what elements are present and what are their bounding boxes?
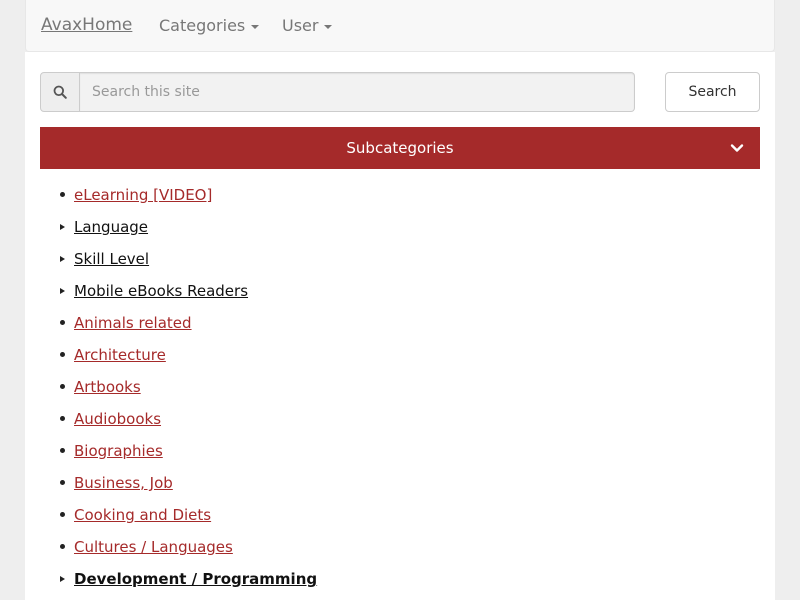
subcategories-toggle[interactable]: Subcategories [40, 127, 760, 169]
bullet-dot-icon [60, 480, 65, 485]
bullet-dot-icon [60, 192, 65, 197]
subcategory-link-skill-level[interactable]: Skill Level [74, 250, 149, 268]
bullet-dot-icon [60, 448, 65, 453]
subcategory-link-business-job[interactable]: Business, Job [74, 474, 173, 492]
list-item: Development / Programming [40, 563, 760, 595]
bullet-dot-icon [60, 384, 65, 389]
list-item: Animals related [40, 307, 760, 339]
subcategory-link-elearning[interactable]: eLearning [VIDEO] [74, 186, 212, 204]
list-item: Cultures / Languages [40, 531, 760, 563]
bullet-dot-icon [60, 544, 65, 549]
list-item: eLearning [VIDEO] [40, 179, 760, 211]
user-label: User [282, 16, 319, 35]
bullet-dot-icon [60, 416, 65, 421]
chevron-down-icon [730, 144, 744, 152]
bullet-triangle-icon [60, 224, 65, 230]
subcategory-link-mobile-ebooks-readers[interactable]: Mobile eBooks Readers [74, 282, 248, 300]
bullet-triangle-icon [60, 576, 65, 582]
subcategory-link-architecture[interactable]: Architecture [74, 346, 166, 364]
list-item: Biographies [40, 435, 760, 467]
search-icon [40, 72, 80, 112]
categories-dropdown[interactable]: Categories [159, 16, 260, 35]
bullet-triangle-icon [60, 288, 65, 294]
subcategory-link-artbooks[interactable]: Artbooks [74, 378, 141, 396]
search-group [40, 72, 635, 112]
subcategory-link-audiobooks[interactable]: Audiobooks [74, 410, 161, 428]
subcategory-link-language[interactable]: Language [74, 218, 148, 236]
list-item: Skill Level [40, 243, 760, 275]
user-dropdown[interactable]: User [282, 16, 333, 35]
subcategory-link-biographies[interactable]: Biographies [74, 442, 163, 460]
search-button[interactable]: Search [665, 72, 760, 112]
list-item: Business, Job [40, 467, 760, 499]
bullet-dot-icon [60, 352, 65, 357]
list-item: Artbooks [40, 371, 760, 403]
list-item: Architecture [40, 339, 760, 371]
subcategory-link-cooking-diets[interactable]: Cooking and Diets [74, 506, 211, 524]
subcategory-link-cultures-languages[interactable]: Cultures / Languages [74, 538, 233, 556]
subcategories-list: eLearning [VIDEO] Language Skill Level M… [40, 179, 760, 595]
search-input[interactable] [80, 72, 635, 112]
caret-down-icon [324, 24, 333, 29]
list-item: Cooking and Diets [40, 499, 760, 531]
caret-down-icon [251, 24, 260, 29]
bullet-dot-icon [60, 512, 65, 517]
brand-link[interactable]: AvaxHome [41, 15, 132, 35]
subcategories-title: Subcategories [346, 139, 454, 157]
list-item: Language [40, 211, 760, 243]
subcategory-link-animals[interactable]: Animals related [74, 314, 192, 332]
categories-label: Categories [159, 16, 246, 35]
subcategory-link-development-programming[interactable]: Development / Programming [74, 570, 317, 588]
list-item: Audiobooks [40, 403, 760, 435]
bullet-triangle-icon [60, 256, 65, 262]
main-content: Search Subcategories eLearning [VIDEO] L… [25, 52, 775, 600]
top-navbar: AvaxHome Categories User [25, 0, 775, 52]
list-item: Mobile eBooks Readers [40, 275, 760, 307]
bullet-dot-icon [60, 320, 65, 325]
